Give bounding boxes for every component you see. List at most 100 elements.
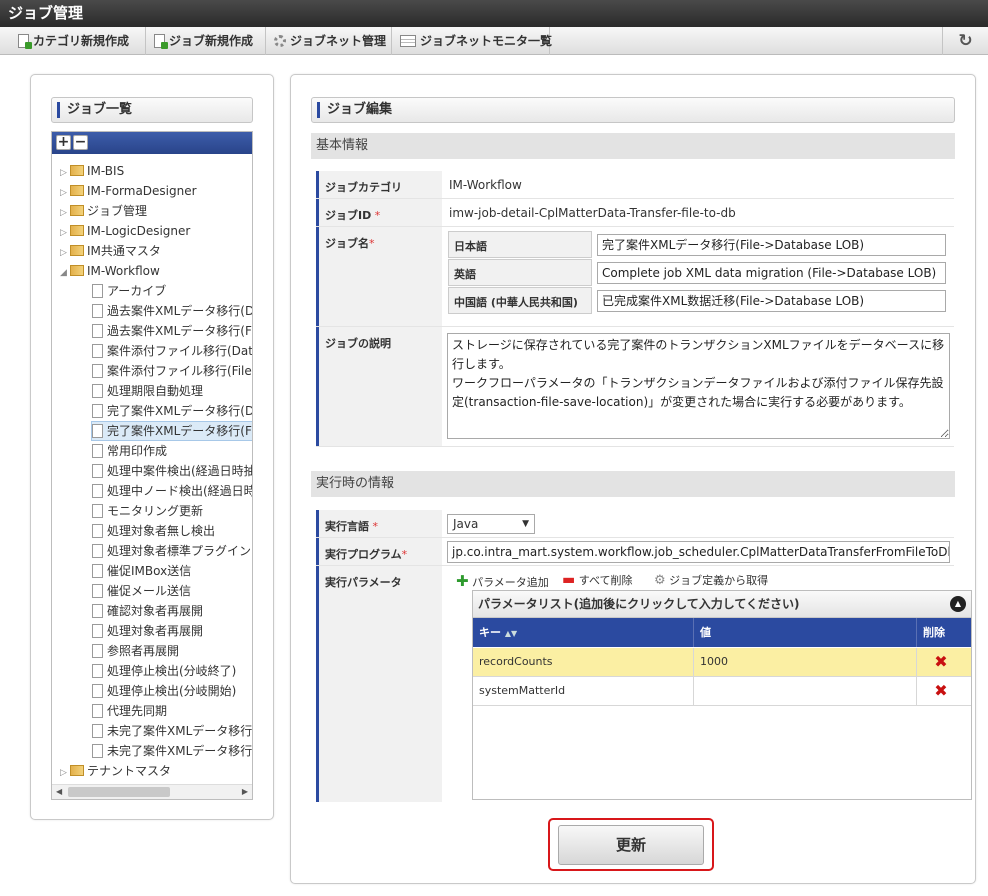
collapsed-arrow-icon[interactable]: ▷ — [60, 183, 70, 203]
tree-item-label: 処理中案件検出(経過日時抽 — [107, 464, 253, 478]
tree-item[interactable]: 未完了案件XMLデータ移行 — [92, 741, 252, 761]
jobnet-manage-button[interactable]: ジョブネット管理 — [266, 27, 392, 55]
collapsed-arrow-icon[interactable]: ▷ — [60, 203, 70, 223]
exec-language-label: 実行言語 * — [316, 510, 442, 537]
tree-item-label: 常用印作成 — [107, 444, 168, 458]
category-row: ジョブカテゴリ IM-Workflow — [316, 171, 954, 199]
tree-item[interactable]: モニタリング更新 — [92, 501, 203, 521]
delete-all-button[interactable]: ▬ すべて削除 — [562, 572, 633, 588]
collapse-all-button[interactable]: − — [73, 135, 88, 150]
file-icon — [92, 703, 103, 718]
tree-item-label: 未完了案件XMLデータ移行 — [107, 724, 253, 738]
tree-item-label: 完了案件XMLデータ移行(F — [107, 424, 252, 438]
col-key-header[interactable]: キー ▲▼ — [473, 618, 694, 647]
tree-item-label: 処理対象者無し検出 — [107, 524, 216, 538]
tree-item[interactable]: アーカイブ — [92, 281, 166, 301]
jobnet-monitor-button[interactable]: ジョブネットモニタ一覧 — [392, 27, 552, 55]
collapsed-arrow-icon[interactable]: ▷ — [60, 223, 70, 243]
horizontal-scrollbar[interactable]: ◀ ▶ — [52, 784, 252, 799]
exec-language-select[interactable]: Java ▼ — [447, 514, 535, 534]
exec-program-input[interactable]: jp.co.intra_mart.system.workflow.job_sch… — [447, 541, 950, 563]
tree-item[interactable]: 完了案件XMLデータ移行(D — [92, 401, 253, 421]
file-icon — [92, 503, 103, 518]
param-value-cell[interactable]: 1000 — [694, 648, 917, 676]
expanded-arrow-icon[interactable]: ◢ — [60, 263, 70, 283]
plus-icon: ✚ — [456, 572, 469, 590]
gear-icon — [274, 34, 286, 47]
tree-item-label: 完了案件XMLデータ移行(D — [107, 404, 253, 418]
job-name-row: ジョブ名* 日本語 完了案件XMLデータ移行(File->Database LO… — [316, 227, 954, 327]
tree-folder[interactable]: ▷ IM共通マスタ — [60, 241, 161, 261]
tree-item[interactable]: 常用印作成 — [92, 441, 167, 461]
job-id-row: ジョブID * imw-job-detail-CplMatterData-Tra… — [316, 199, 954, 227]
file-icon — [92, 723, 103, 738]
page-add-icon — [18, 33, 32, 49]
tree-item-label: 処理対象者再展開 — [107, 624, 204, 638]
tree-item-label: テナントマスタ — [87, 764, 172, 778]
new-category-button[interactable]: カテゴリ新規作成 — [10, 27, 146, 55]
lang-en-label: 英語 — [448, 259, 592, 286]
collapsed-arrow-icon[interactable]: ▷ — [60, 163, 70, 183]
job-name-zh-input[interactable]: 已完成案件XML数据迁移(File->Database LOB) — [597, 290, 946, 312]
new-job-button[interactable]: ジョブ新規作成 — [146, 27, 266, 55]
tree-item[interactable]: 過去案件XMLデータ移行(D — [92, 301, 252, 321]
tree-item[interactable]: 代理先同期 — [92, 701, 167, 721]
tree-item[interactable]: 未完了案件XMLデータ移行 — [92, 721, 252, 741]
param-row[interactable]: recordCounts 1000 ✖ — [473, 648, 971, 677]
tree-item[interactable]: 参照者再展開 — [92, 641, 179, 661]
lang-ja-label: 日本語 — [448, 231, 592, 258]
tree-folder[interactable]: ▷ テナントマスタ — [60, 761, 171, 781]
tree-folder[interactable]: ▷ IM-BIS — [60, 161, 124, 181]
delete-icon[interactable]: ✖ — [933, 654, 949, 670]
tree-item[interactable]: 完了案件XMLデータ移行(F — [91, 421, 252, 441]
tree-item[interactable]: 処理対象者標準プラグイン( — [92, 541, 252, 561]
tree-item[interactable]: 案件添付ファイル移行(Data — [92, 341, 252, 361]
tree-item[interactable]: 処理対象者無し検出 — [92, 521, 215, 541]
collapsed-arrow-icon[interactable]: ▷ — [60, 763, 70, 783]
tree-item-label: 過去案件XMLデータ移行(F — [107, 324, 252, 338]
refresh-button[interactable]: ↻ — [942, 27, 988, 55]
expand-all-button[interactable]: + — [56, 135, 71, 150]
tree-folder[interactable]: ▷ IM-LogicDesigner — [60, 221, 190, 241]
load-from-definition-button[interactable]: ⚙ ジョブ定義から取得 — [654, 572, 768, 588]
job-name-ja-input[interactable]: 完了案件XMLデータ移行(File->Database LOB) — [597, 234, 946, 256]
tree-item[interactable]: 確認対象者再展開 — [92, 601, 203, 621]
tree-item[interactable]: 処理中案件検出(経過日時抽 — [92, 461, 253, 481]
tree-item[interactable]: 案件添付ファイル移行(File- — [92, 361, 252, 381]
job-tree: + − ▷ IM-BIS ▷ IM-FormaDesigner ▷ ジョブ管理 ▷ IM-Log… — [51, 131, 253, 800]
tree-item[interactable]: 処理期限自動処理 — [92, 381, 203, 401]
tree-item[interactable]: 催促IMBox送信 — [92, 561, 191, 581]
tree-item[interactable]: 処理停止検出(分岐終了) — [92, 661, 236, 681]
tree-item-label: 参照者再展開 — [107, 644, 180, 658]
param-row[interactable]: systemMatterId ✖ — [473, 677, 971, 706]
collapse-grid-icon[interactable]: ▲ — [950, 596, 966, 612]
add-param-button[interactable]: ✚ パラメータ追加 — [456, 572, 549, 590]
tree-item[interactable]: 催促メール送信 — [92, 581, 191, 601]
tree-item[interactable]: 処理中ノード検出(経過日時 — [92, 481, 252, 501]
file-icon — [92, 403, 103, 418]
tree-folder[interactable]: ▷ ジョブ管理 — [60, 201, 147, 221]
file-icon — [92, 323, 103, 338]
description-textarea[interactable] — [447, 333, 950, 439]
tree-item[interactable]: 処理停止検出(分岐開始) — [92, 681, 236, 701]
tree-item-label: アーカイブ — [107, 284, 167, 298]
file-icon — [92, 743, 103, 758]
collapsed-arrow-icon[interactable]: ▷ — [60, 243, 70, 263]
scroll-right-icon[interactable]: ▶ — [242, 787, 248, 796]
delete-icon[interactable]: ✖ — [933, 683, 949, 699]
tree-folder[interactable]: ▷ IM-FormaDesigner — [60, 181, 197, 201]
tree-item[interactable]: 処理対象者再展開 — [92, 621, 203, 641]
folder-icon — [70, 265, 84, 276]
file-icon — [92, 603, 103, 618]
param-value-cell[interactable] — [694, 677, 917, 705]
tree-item-label: IM共通マスタ — [87, 244, 161, 258]
job-name-en-input[interactable]: Complete job XML data migration (File->D… — [597, 262, 946, 284]
param-key-cell[interactable]: recordCounts — [473, 648, 694, 676]
param-key-cell[interactable]: systemMatterId — [473, 677, 694, 705]
scroll-thumb[interactable] — [68, 787, 170, 797]
update-button[interactable]: 更新 — [558, 825, 704, 865]
tree-item[interactable]: 過去案件XMLデータ移行(F — [92, 321, 252, 341]
tree-folder[interactable]: ◢ IM-Workflow — [60, 261, 160, 281]
scroll-left-icon[interactable]: ◀ — [56, 787, 62, 796]
file-icon — [92, 543, 103, 558]
